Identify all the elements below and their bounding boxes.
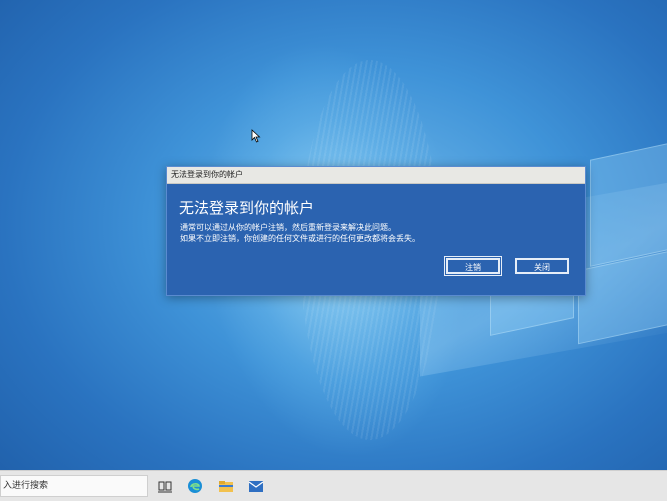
dialog-title-bar: 无法登录到你的帐户 [167,167,585,184]
mail-icon[interactable] [248,478,264,494]
file-explorer-icon[interactable] [218,478,234,494]
taskbar-search-box[interactable]: 入进行搜索 [0,475,148,497]
windows-logo-pane-top [590,140,667,267]
close-button[interactable]: 关闭 [515,258,569,274]
task-view-icon[interactable] [157,478,173,494]
taskbar: 入进行搜索 [0,470,667,501]
sign-in-error-dialog: 无法登录到你的帐户 无法登录到你的帐户 通常可以通过从你的帐户注销，然后重新登录… [166,166,586,296]
dialog-heading: 无法登录到你的帐户 [179,199,315,217]
dialog-message: 通常可以通过从你的帐户注销，然后重新登录来解决此问题。 如果不立即注销，你创建的… [180,222,560,244]
dialog-message-line-1: 通常可以通过从你的帐户注销，然后重新登录来解决此问题。 [180,223,396,232]
sign-out-button[interactable]: 注销 [444,256,502,276]
mouse-cursor-icon [251,129,261,143]
dialog-message-line-2: 如果不立即注销，你创建的任何文件或进行的任何更改都将会丢失。 [180,234,420,243]
edge-browser-icon[interactable] [187,478,203,494]
